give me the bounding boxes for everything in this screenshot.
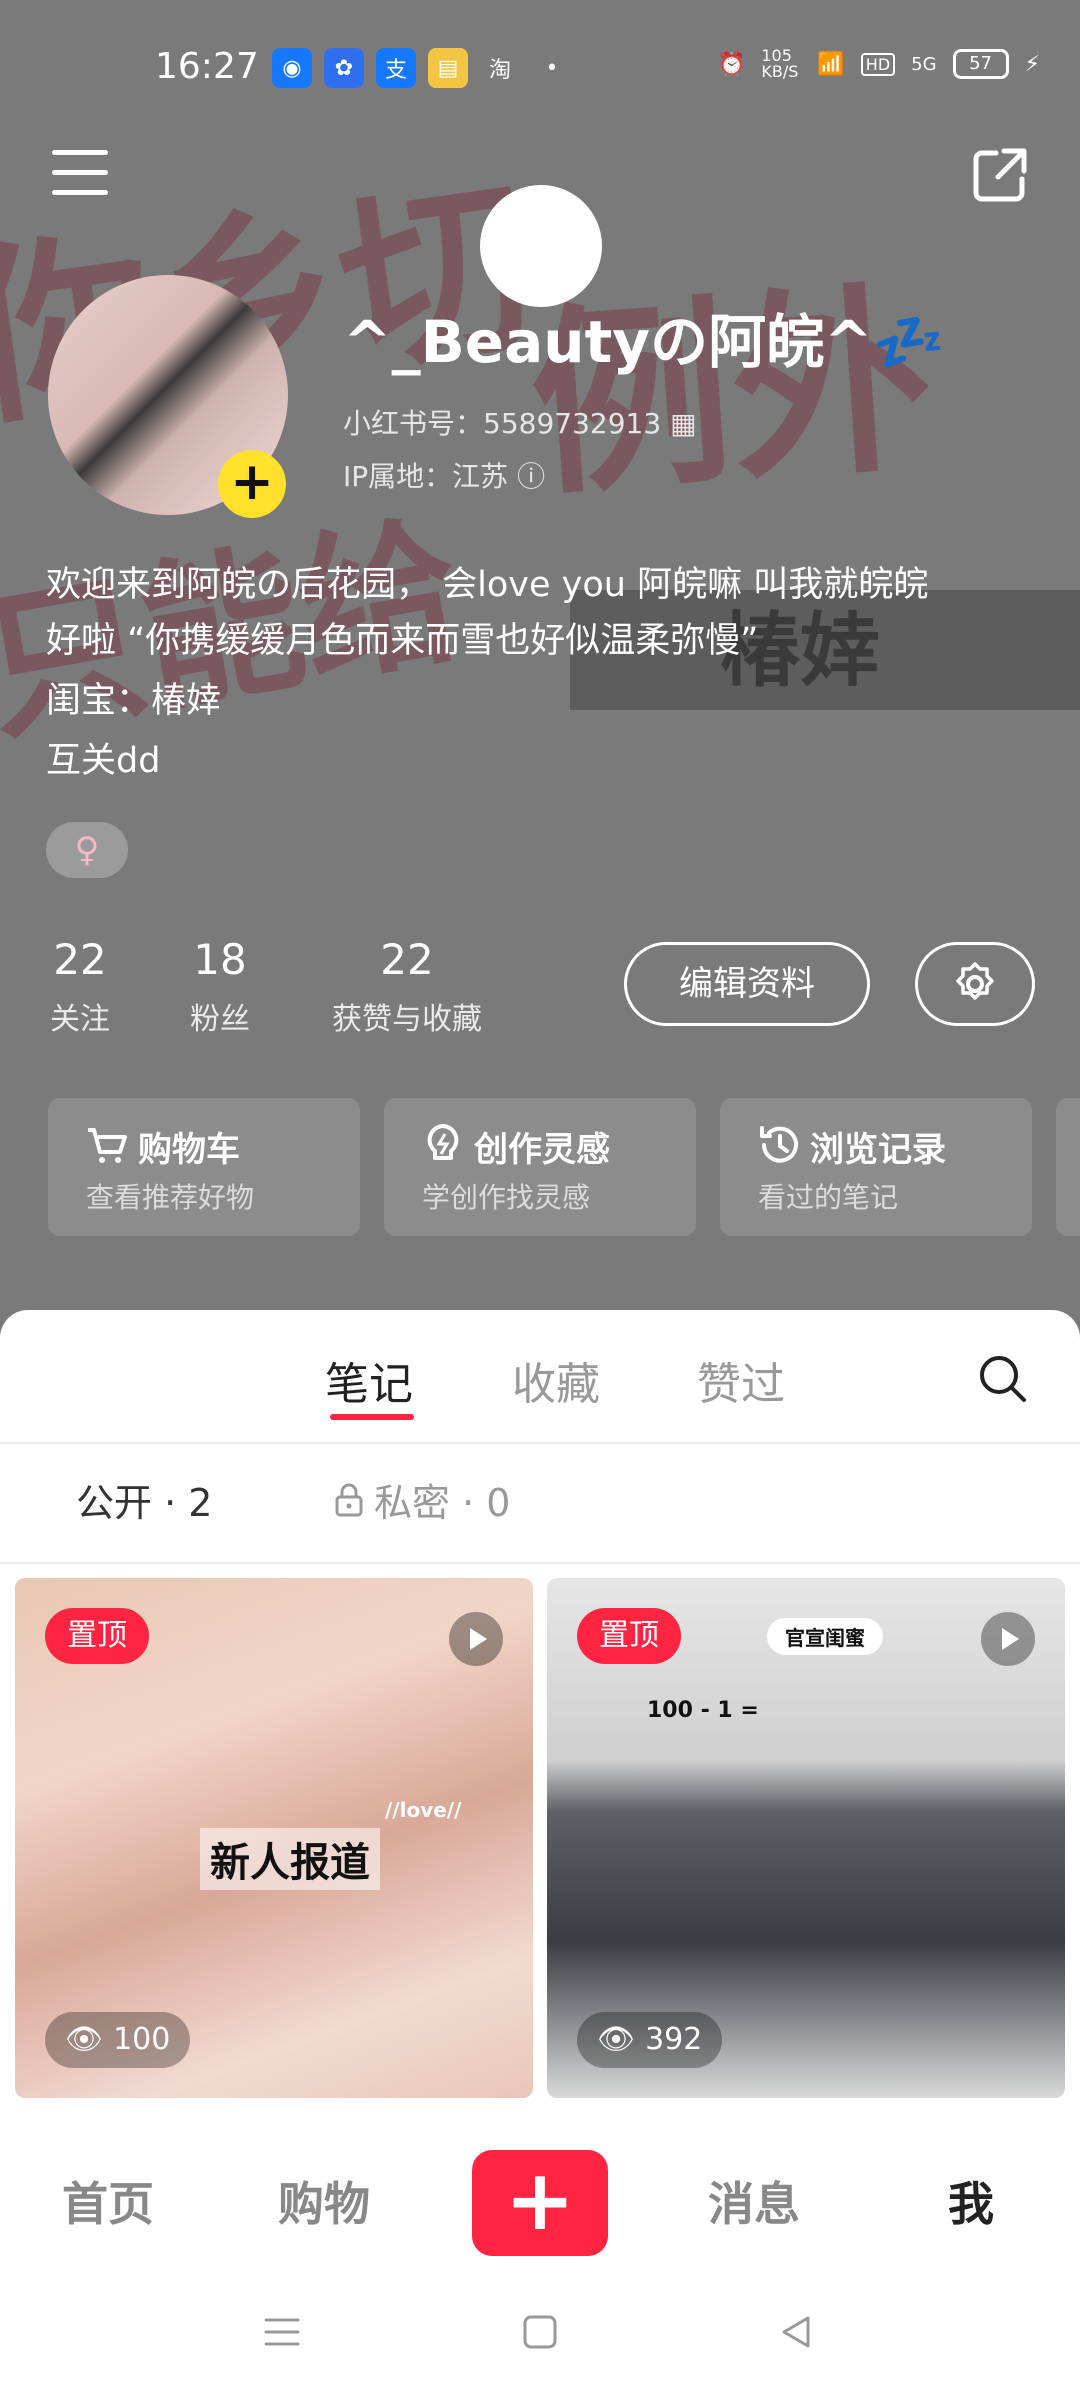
shortcut-cart[interactable]: 购物车 查看推荐好物 — [48, 1098, 360, 1236]
status-app-icons: ◉ ✿ 支 ▤ 淘 • — [272, 48, 572, 88]
pinned-badge: 置顶 — [577, 1608, 681, 1664]
bulb-icon — [427, 1124, 459, 1160]
following-count: 22 — [53, 935, 107, 984]
view-count: 👁 392 — [577, 2012, 723, 2068]
share-icon[interactable] — [970, 145, 1030, 205]
overlay-circle — [480, 185, 602, 307]
view-count-text: 100 — [113, 2022, 171, 2057]
charging-icon: ⚡ — [1024, 51, 1040, 77]
card-overlay-small: 100 - 1 = — [647, 1698, 759, 1723]
create-post-button[interactable]: + — [472, 2150, 608, 2256]
tab-liked[interactable]: 赞过 — [697, 1348, 785, 1412]
taobao-icon: 淘 — [488, 58, 511, 83]
followers-label: 粉丝 — [190, 1002, 250, 1037]
bio-line: 好啦 “你携缓缓月色而来而雪也好似温柔弥慢” — [46, 621, 759, 661]
shortcut-subtitle: 查看推荐好物 — [86, 1181, 255, 1214]
gender-badge: ♀ — [46, 822, 128, 878]
pinned-badge: 置顶 — [45, 1608, 149, 1664]
bio: 欢迎来到阿皖の后花园， 会love you 阿皖嘛 叫我就皖皖 好啦 “你携缓缓… — [46, 555, 1036, 791]
hd-label: HD — [860, 52, 896, 76]
shortcut-more[interactable] — [1056, 1098, 1080, 1236]
add-avatar-button[interactable]: + — [218, 450, 286, 518]
filter-public[interactable]: 公开 · 2 — [76, 1472, 212, 1527]
alipay-icon: 支 — [376, 48, 416, 88]
ip-text: IP属地：江苏 — [343, 460, 509, 493]
ip-location: IP属地：江苏 ⓘ — [343, 455, 545, 495]
shortcut-subtitle: 学创作找灵感 — [422, 1181, 591, 1214]
menu-icon[interactable] — [52, 150, 108, 198]
red-id-text: 小红书号：5589732913 — [343, 407, 662, 440]
active-tab-indicator — [330, 1414, 414, 1420]
likes-label: 获赞与收藏 — [332, 1002, 482, 1037]
nav-home[interactable]: 首页 — [62, 2168, 154, 2234]
tab-bar: 笔记 收藏 赞过 — [0, 1310, 1080, 1442]
shortcut-inspiration[interactable]: 创作灵感 学创作找灵感 — [384, 1098, 696, 1236]
shortcut-title: 购物车 — [138, 1130, 240, 1170]
status-indicators: ⏰ 105 KB/S 📶 HD 5G 57 ⚡ — [718, 48, 1040, 80]
bottom-nav: 首页 购物 + 消息 我 — [0, 2130, 1080, 2270]
note-card[interactable]: 官宣闺蜜 100 - 1 = 置顶 👁 392 — [547, 1578, 1065, 2098]
wallet-icon: ▤ — [428, 48, 468, 88]
shortcut-subtitle: 看过的笔记 — [758, 1181, 899, 1214]
view-count-text: 392 — [645, 2022, 703, 2057]
stat-followers[interactable]: 18 粉丝 — [190, 935, 250, 1038]
network-speed: 105 KB/S — [761, 46, 799, 81]
shortcut-title: 创作灵感 — [474, 1130, 610, 1170]
system-nav-bar — [0, 2270, 1080, 2400]
tab-collections[interactable]: 收藏 — [512, 1348, 600, 1412]
card-overlay-small: //love// — [385, 1798, 462, 1822]
note-card[interactable]: 新人报道 //love// 置顶 👁 100 — [15, 1578, 533, 2098]
alarm-icon: ⏰ — [717, 51, 746, 77]
card-overlay-text: 官宣闺蜜 — [767, 1618, 883, 1655]
view-count: 👁 100 — [45, 2012, 191, 2068]
signal-label: 5G — [911, 53, 937, 75]
lock-icon — [335, 1483, 363, 1516]
profile-header: 你乡切 例外 只能给 椿婞 16:27 ◉ ✿ 支 ▤ 淘 • ⏰ 105 KB… — [0, 0, 1080, 1340]
divider — [0, 1562, 1080, 1564]
shortcut-title: 浏览记录 — [810, 1130, 946, 1170]
shortcut-history[interactable]: 浏览记录 看过的笔记 — [720, 1098, 1032, 1236]
following-label: 关注 — [50, 1002, 110, 1037]
stat-following[interactable]: 22 关注 — [50, 935, 110, 1038]
history-icon — [760, 1126, 798, 1163]
settings-button[interactable] — [915, 942, 1035, 1026]
bio-line: 互关dd — [46, 741, 161, 781]
baidu-icon: ✿ — [324, 48, 364, 88]
battery-indicator: 57 — [952, 49, 1009, 79]
status-bar: 16:27 ◉ ✿ 支 ▤ 淘 • ⏰ 105 KB/S 📶 HD 5G 57 … — [0, 40, 1080, 100]
bio-line: 欢迎来到阿皖の后花园， 会love you 阿皖嘛 叫我就皖皖 — [46, 565, 929, 605]
cart-icon — [88, 1128, 127, 1163]
pin-icon: ◉ — [272, 48, 312, 88]
tab-notes[interactable]: 笔记 — [325, 1348, 413, 1412]
wifi-icon: 📶 — [817, 51, 845, 77]
nav-messages[interactable]: 消息 — [708, 2168, 800, 2234]
red-id[interactable]: 小红书号：5589732913 ▦ — [343, 402, 697, 442]
search-icon[interactable] — [976, 1352, 1028, 1404]
back-icon[interactable] — [776, 2312, 816, 2352]
gear-icon — [956, 962, 994, 1000]
home-icon[interactable] — [520, 2312, 560, 2352]
bio-line: 闺宝：椿婞 — [46, 681, 222, 721]
qr-code-icon[interactable]: ▦ — [670, 407, 696, 440]
divider — [0, 1442, 1080, 1444]
play-icon — [981, 1612, 1035, 1666]
recents-icon[interactable] — [262, 2312, 302, 2352]
filter-private-label: 私密 · 0 — [374, 1481, 511, 1525]
eye-icon: 👁 — [597, 2022, 636, 2057]
nav-me[interactable]: 我 — [948, 2168, 994, 2234]
filter-private[interactable]: 私密 · 0 — [334, 1472, 510, 1527]
card-overlay-text: 新人报道 — [200, 1828, 380, 1890]
dot-icon: • — [545, 55, 559, 81]
likes-count: 22 — [380, 935, 434, 984]
stat-likes[interactable]: 22 获赞与收藏 — [332, 935, 482, 1038]
visibility-filter: 公开 · 2 私密 · 0 — [0, 1460, 1080, 1550]
nickname: ^_Beautyの阿皖^💤 — [343, 308, 945, 376]
status-time: 16:27 — [155, 46, 259, 87]
info-icon[interactable]: ⓘ — [517, 460, 545, 493]
eye-icon: 👁 — [65, 2022, 104, 2057]
edit-profile-button[interactable]: 编辑资料 — [624, 942, 870, 1026]
nav-shop[interactable]: 购物 — [278, 2168, 370, 2234]
play-icon — [449, 1612, 503, 1666]
followers-count: 18 — [193, 935, 247, 984]
